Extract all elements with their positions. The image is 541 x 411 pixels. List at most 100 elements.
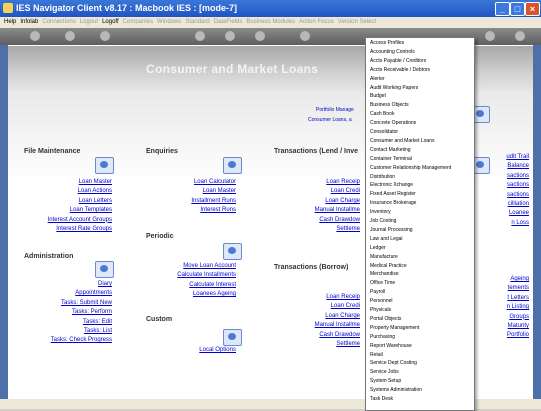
- enquiries-link-0[interactable]: Loan Calculator: [194, 179, 236, 185]
- dropdown-item[interactable]: Access Profiles: [370, 40, 404, 46]
- administration-link-5[interactable]: Tasks: List: [84, 328, 112, 334]
- right-link-top-3[interactable]: sactions: [507, 182, 529, 188]
- dropdown-item[interactable]: Concrete Operations: [370, 120, 416, 126]
- transactions-lend-link-2[interactable]: Loan Charge: [325, 198, 360, 204]
- transactions-lend-link-4[interactable]: Cash Drawdow: [319, 217, 360, 223]
- dropdown-item[interactable]: Property Management: [370, 325, 419, 331]
- right-link-top-4[interactable]: sactions: [507, 192, 529, 198]
- dropdown-item[interactable]: Ledger: [370, 245, 386, 251]
- transactions-lend-link-5[interactable]: Settleme: [336, 226, 360, 232]
- administration-link-2[interactable]: Tasks: Submit New: [61, 300, 112, 306]
- portal-link-2[interactable]: Consumer Loans, a: [308, 117, 352, 123]
- menu-item-0[interactable]: Help: [4, 19, 16, 25]
- administration-link-6[interactable]: Tasks: Check Progress: [51, 337, 112, 343]
- transactions-borrow-link-1[interactable]: Loan Credi: [331, 303, 360, 309]
- exit-icon[interactable]: [515, 31, 525, 41]
- menu-item-6[interactable]: Windows: [157, 19, 181, 25]
- right-link-top-0[interactable]: udit Trail: [506, 154, 529, 160]
- right-link-top-2[interactable]: sactions: [507, 173, 529, 179]
- menu-item-9[interactable]: Business Modules: [246, 19, 295, 25]
- dropdown-item[interactable]: Container Terminal: [370, 156, 412, 162]
- transactions-borrow-link-4[interactable]: Cash Drawdow: [319, 332, 360, 338]
- periodic-link-3[interactable]: Loanees Ageing: [193, 291, 236, 297]
- dropdown-item[interactable]: Law and Legal: [370, 236, 403, 242]
- dropdown-item[interactable]: Consolidator: [370, 129, 398, 135]
- dropdown-item[interactable]: Service Jobs: [370, 369, 399, 375]
- periodic-link-1[interactable]: Calculate Installments: [177, 272, 236, 278]
- right-link-bottom-3[interactable]: n Listing: [507, 304, 529, 310]
- close-icon[interactable]: ×: [525, 2, 540, 16]
- dropdown-item[interactable]: Payroll: [370, 289, 385, 295]
- dropdown-item[interactable]: Electronic Xchange: [370, 182, 413, 188]
- file-maintenance-link-2[interactable]: Loan Letters: [79, 198, 112, 204]
- file-maintenance-link-1[interactable]: Loan Actions: [78, 188, 112, 194]
- transactions-borrow-link-2[interactable]: Loan Charge: [325, 313, 360, 319]
- dropdown-item[interactable]: Accounting Controls: [370, 49, 415, 55]
- dropdown-item[interactable]: Retail: [370, 352, 383, 358]
- right-link-top-7[interactable]: n Loss: [511, 220, 529, 226]
- menu-item-7[interactable]: Standard: [185, 19, 209, 25]
- periodic-link-0[interactable]: Move Loan Account: [183, 263, 236, 269]
- nav-prev-icon[interactable]: [255, 31, 265, 41]
- right-link-bottom-0[interactable]: Ageing: [510, 276, 529, 282]
- dropdown-item[interactable]: Accts Receivable / Debtors: [370, 67, 430, 73]
- nav-next-icon[interactable]: [300, 31, 310, 41]
- right-link-bottom-2[interactable]: t Letters: [507, 295, 529, 301]
- dropdown-item[interactable]: Consumer and Market Loans: [370, 138, 434, 144]
- home-icon[interactable]: [225, 31, 235, 41]
- dropdown-item[interactable]: Budget: [370, 93, 386, 99]
- maximize-icon[interactable]: □: [510, 2, 525, 16]
- dropdown-item[interactable]: Job Costing: [370, 218, 396, 224]
- dropdown-item[interactable]: Physicals: [370, 307, 391, 313]
- file-maintenance-link-4[interactable]: Interest Account Groups: [48, 217, 112, 223]
- menu-item-11[interactable]: Version Select: [338, 19, 376, 25]
- search-icon[interactable]: [100, 31, 110, 41]
- dropdown-item[interactable]: Contact Marketing: [370, 147, 411, 153]
- back-icon[interactable]: [30, 31, 40, 41]
- file-maintenance-link-3[interactable]: Loan Templates: [70, 207, 112, 213]
- minimize-icon[interactable]: _: [495, 2, 510, 16]
- dropdown-item[interactable]: Journal Processing: [370, 227, 413, 233]
- dropdown-item[interactable]: Cash Book: [370, 111, 394, 117]
- dropdown-item[interactable]: Personnel: [370, 298, 393, 304]
- dropdown-item[interactable]: Portal Objects: [370, 316, 401, 322]
- dropdown-item[interactable]: Manufacture: [370, 254, 398, 260]
- transactions-borrow-link-5[interactable]: Settleme: [336, 341, 360, 347]
- right-link-top-1[interactable]: Balance: [507, 163, 529, 169]
- dropdown-item[interactable]: System Setup: [370, 378, 401, 384]
- dropdown-item[interactable]: Business Objects: [370, 102, 409, 108]
- menu-item-3[interactable]: Logout: [80, 19, 98, 25]
- dropdown-item[interactable]: Purchasing: [370, 334, 395, 340]
- dropdown-item[interactable]: Merchandise: [370, 271, 399, 277]
- right-link-top-6[interactable]: Loanee: [509, 210, 529, 216]
- menu-item-5[interactable]: Companies: [123, 19, 153, 25]
- dropdown-item[interactable]: Accts Payable / Creditors: [370, 58, 426, 64]
- dropdown-item[interactable]: Inventory: [370, 209, 391, 215]
- check-icon[interactable]: [485, 31, 495, 41]
- dropdown-item[interactable]: Fixed Asset Register: [370, 191, 416, 197]
- transactions-borrow-link-3[interactable]: Manual Installme: [315, 322, 360, 328]
- dropdown-item[interactable]: Alerter: [370, 76, 385, 82]
- dropdown-item[interactable]: Systems Administration: [370, 387, 422, 393]
- dropdown-item[interactable]: Medical Practice: [370, 263, 407, 269]
- dropdown-item[interactable]: Report Warehouse: [370, 343, 412, 349]
- file-maintenance-link-5[interactable]: Interest Rate Groups: [56, 226, 112, 232]
- transactions-lend-link-0[interactable]: Loan Receip: [326, 179, 360, 185]
- periodic-link-2[interactable]: Calculate Interest: [189, 282, 236, 288]
- portal-link-1[interactable]: Portfolio Manage: [316, 107, 354, 113]
- right-link-bottom-4[interactable]: Groups: [509, 314, 529, 320]
- transactions-borrow-link-0[interactable]: Loan Receip: [326, 294, 360, 300]
- right-link-top-5[interactable]: cilliation: [508, 201, 529, 207]
- help-icon[interactable]: [65, 31, 75, 41]
- menu-item-4[interactable]: Logoff: [102, 19, 119, 25]
- administration-link-3[interactable]: Tasks: Perform: [72, 309, 112, 315]
- right-link-bottom-5[interactable]: Maturity: [508, 323, 529, 329]
- enquiries-link-2[interactable]: Installment Runs: [191, 198, 236, 204]
- administration-link-1[interactable]: Appointments: [75, 290, 112, 296]
- dropdown-item[interactable]: Service Dept Costing: [370, 360, 417, 366]
- dropdown-item[interactable]: Audit Working Papers: [370, 85, 418, 91]
- administration-link-4[interactable]: Tasks: Edit: [83, 319, 112, 325]
- enquiries-link-1[interactable]: Loan Master: [203, 188, 236, 194]
- right-link-bottom-6[interactable]: Portfolio: [507, 332, 529, 338]
- transactions-lend-link-1[interactable]: Loan Credi: [331, 188, 360, 194]
